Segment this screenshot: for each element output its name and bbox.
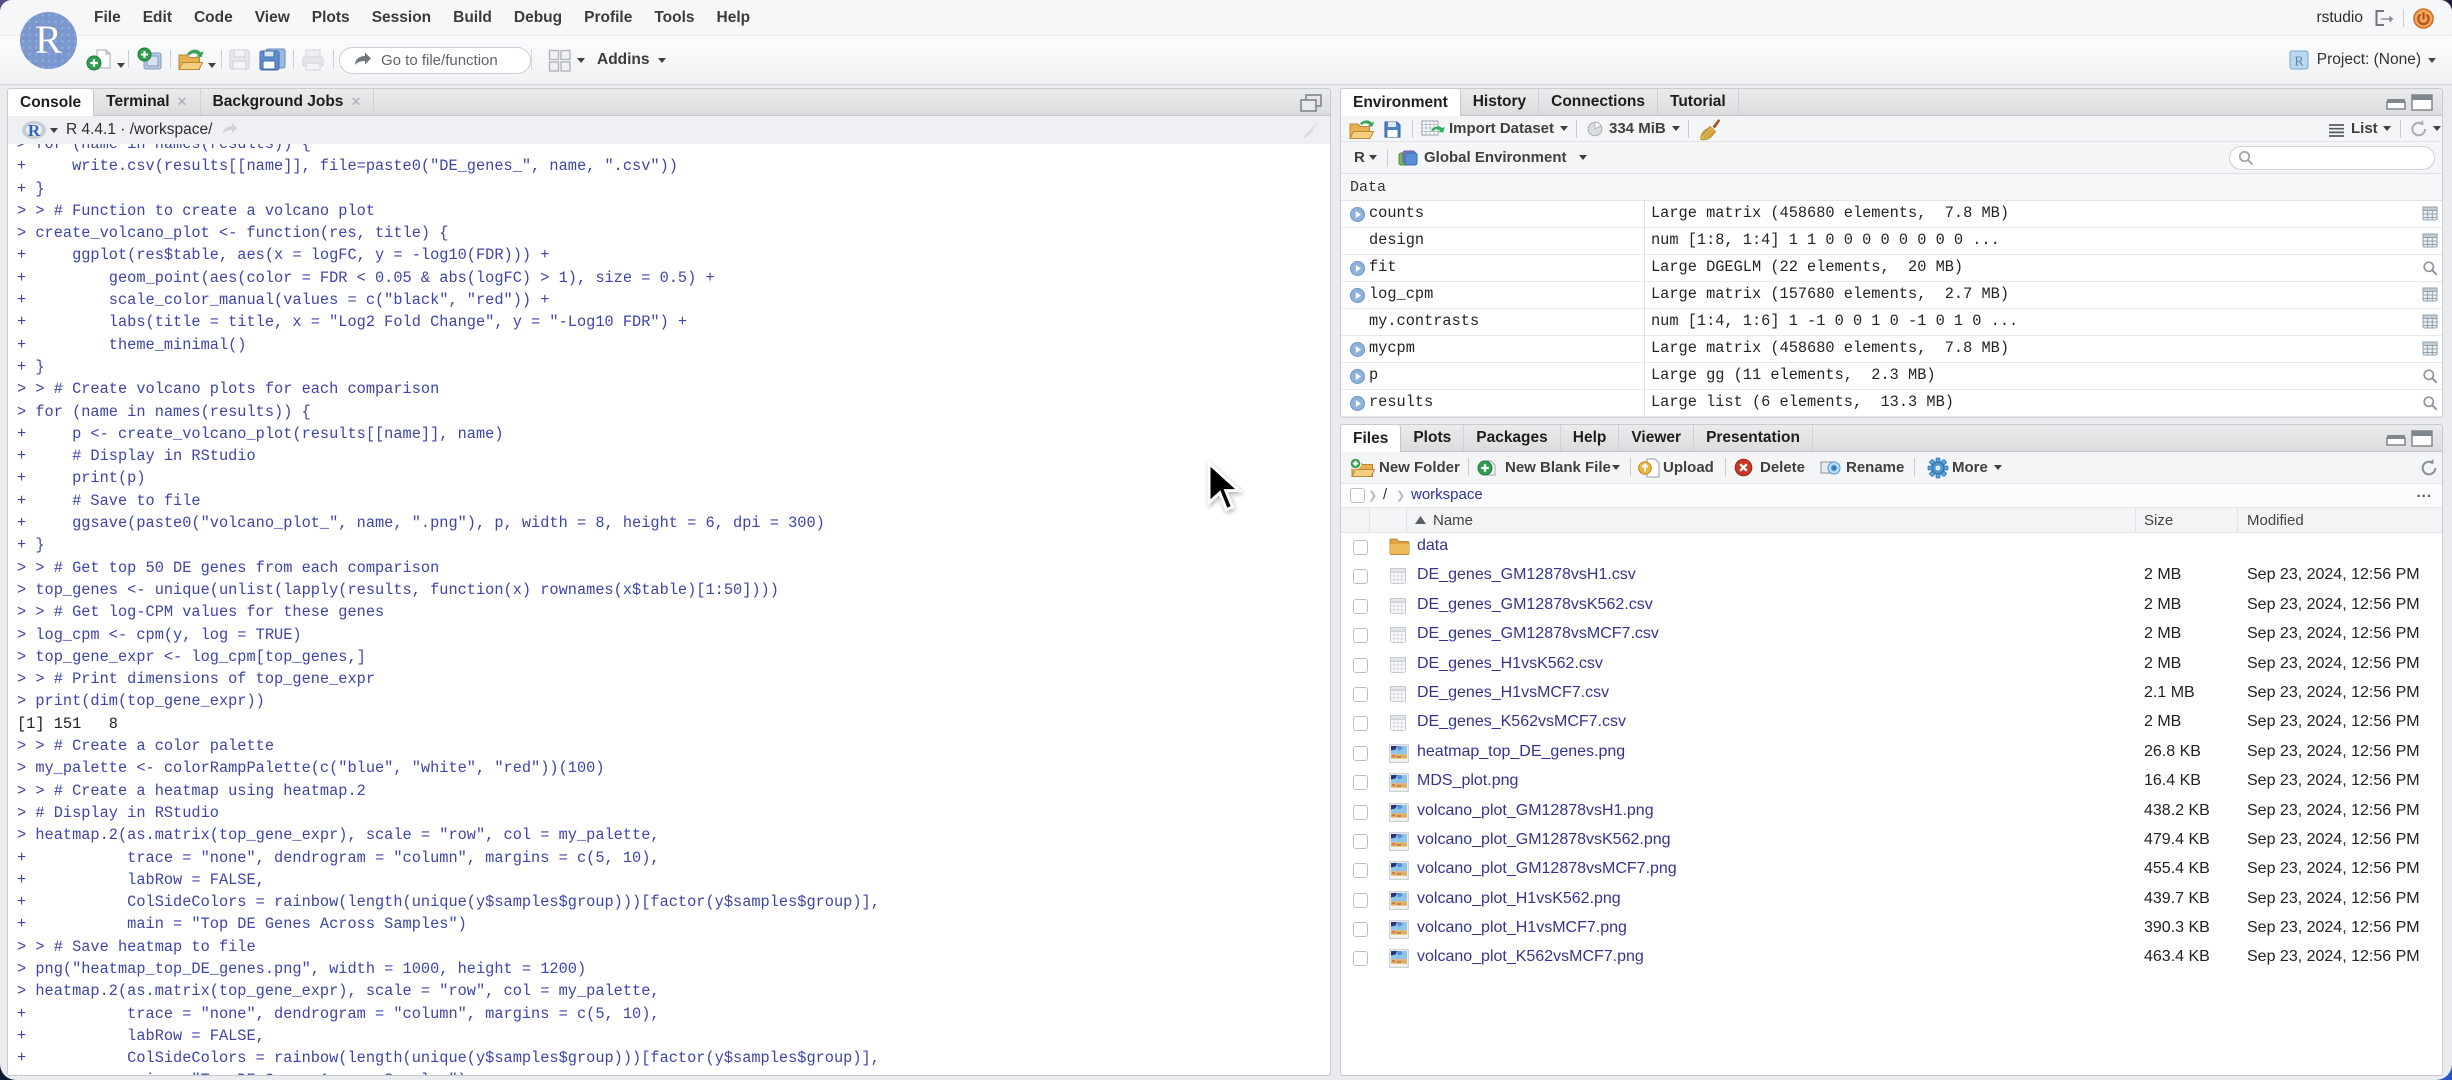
svg-text:R: R [2294,55,2304,70]
svg-text:R: R [28,121,41,140]
